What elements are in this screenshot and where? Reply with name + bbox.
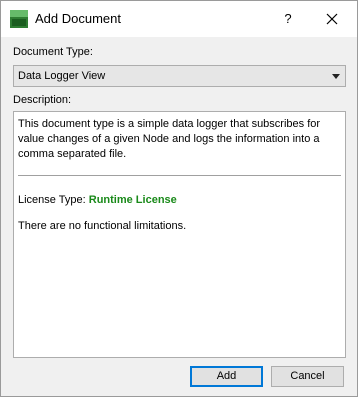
cancel-button[interactable]: Cancel [271, 366, 344, 387]
limitations-text: There are no functional limitations. [18, 220, 187, 232]
description-text: This document type is a simple data logg… [18, 118, 321, 160]
app-icon [10, 10, 28, 28]
close-icon [326, 13, 338, 25]
description-label: Description: [13, 94, 72, 106]
close-button[interactable] [315, 5, 349, 33]
document-type-label: Document Type: [13, 46, 93, 58]
license-line: License Type: Runtime License [18, 194, 177, 206]
document-type-select[interactable]: Data Logger View [13, 65, 346, 87]
description-divider [18, 175, 341, 176]
add-document-dialog: Add Document ? Document Type: Data Logge… [0, 0, 358, 397]
license-type-value: Runtime License [88, 194, 177, 206]
license-type-label: License Type: [18, 194, 86, 206]
title-bar[interactable]: Add Document ? [1, 1, 357, 37]
chevron-down-icon [332, 74, 340, 79]
description-panel: This document type is a simple data logg… [13, 111, 346, 358]
add-button[interactable]: Add [190, 366, 263, 387]
window-title: Add Document [35, 11, 121, 26]
help-button[interactable]: ? [271, 5, 305, 33]
document-type-value: Data Logger View [18, 70, 106, 82]
